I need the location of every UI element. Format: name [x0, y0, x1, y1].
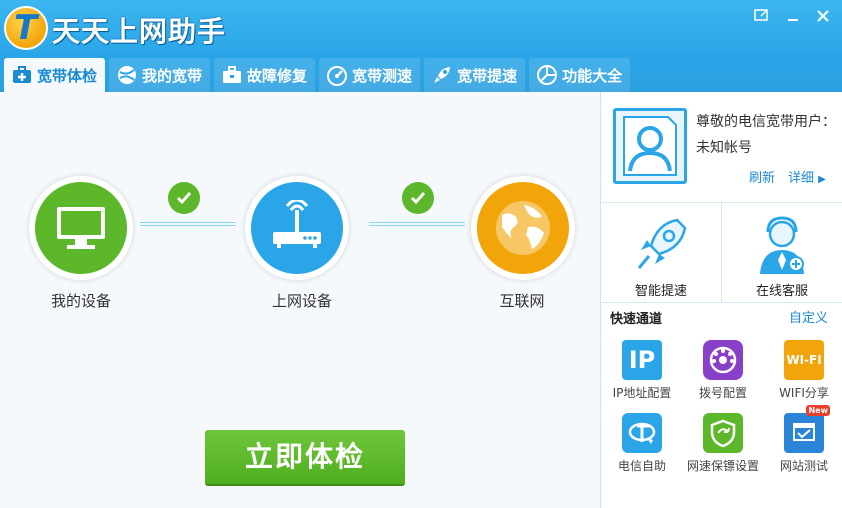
minimize-button[interactable]	[782, 6, 804, 28]
side-panel: 尊敬的电信宽带用户： 未知帐号 刷新 详细 ▶ 智能提速 在线客服 快速通道 自…	[600, 92, 842, 508]
shield-icon	[703, 413, 743, 453]
website-test-label: 网站测试	[779, 459, 828, 473]
dial-icon	[703, 340, 743, 380]
account-name: 未知帐号	[696, 140, 752, 156]
avatar[interactable]	[613, 108, 687, 184]
router-label: 上网设备	[271, 292, 332, 310]
tab-label: 宽带测速	[352, 66, 413, 85]
divider	[601, 302, 842, 303]
broadband-ball-icon	[115, 63, 139, 87]
new-badge: New	[806, 405, 830, 416]
customer-service-icon	[760, 216, 804, 274]
tab-speed-up[interactable]: 宽带提速	[424, 58, 526, 92]
router-icon	[273, 200, 321, 248]
my-device-node	[29, 176, 133, 280]
website-test-button[interactable]: New 网站测试	[764, 405, 842, 474]
wifi-icon: WI-FI	[784, 340, 824, 380]
speedometer-icon	[325, 63, 349, 87]
close-button[interactable]	[812, 6, 834, 28]
quick-access-title: 快速通道	[610, 312, 663, 327]
connection-line	[140, 222, 236, 226]
tab-speed-test[interactable]: 宽带测速	[319, 58, 421, 92]
tab-label: 故障修复	[247, 66, 308, 85]
tab-label: 宽带体检	[37, 66, 98, 85]
tab-label: 功能大全	[562, 66, 623, 85]
smart-speedup-button[interactable]: 智能提速	[601, 212, 721, 302]
skin-button[interactable]	[750, 6, 772, 28]
details-link[interactable]: 详细 ▶	[788, 167, 826, 186]
app-title: 天天上网助手	[52, 15, 227, 48]
title-bar: T 天天上网助手 宽带体检 我的宽带 故障修复 宽带测速 宽带提速 功能大全	[0, 0, 842, 92]
ip-config-button[interactable]: IP IP地址配置	[602, 340, 682, 401]
online-service-button[interactable]: 在线客服	[722, 212, 842, 302]
tab-label: 我的宽带	[142, 66, 203, 85]
check-ok-icon	[402, 182, 434, 214]
rocket-icon	[430, 63, 454, 87]
ip-icon: IP	[622, 340, 662, 380]
user-avatar-icon	[623, 116, 677, 176]
details-label: 详细	[788, 171, 815, 186]
tab-all-features[interactable]: 功能大全	[529, 58, 631, 92]
telecom-icon	[622, 413, 662, 453]
internet-label: 互联网	[499, 292, 545, 310]
wifi-share-label: WIFI分享	[779, 386, 829, 400]
checkup-main: 我的设备 上网设备 互联网 立即体检	[0, 92, 600, 508]
toolbox-icon	[220, 63, 244, 87]
wifi-share-button[interactable]: WI-FI WIFI分享	[764, 340, 842, 401]
minimize-icon	[788, 19, 798, 21]
check-ok-icon	[168, 182, 200, 214]
website-test-icon: New	[784, 405, 830, 453]
tab-fault-repair[interactable]: 故障修复	[214, 58, 316, 92]
dial-config-button[interactable]: 拨号配置	[683, 340, 763, 401]
account-greeting: 尊敬的电信宽带用户：	[696, 114, 836, 130]
my-device-label: 我的设备	[50, 292, 111, 310]
monitor-icon	[57, 207, 105, 249]
online-service-label: 在线客服	[755, 284, 808, 299]
medical-case-icon	[10, 63, 34, 87]
tab-broadband-checkup[interactable]: 宽带体检	[4, 58, 106, 92]
check-now-button[interactable]: 立即体检	[205, 430, 405, 486]
globe-icon	[496, 201, 550, 255]
skin-icon	[754, 9, 768, 21]
tab-label: 宽带提速	[457, 66, 518, 85]
connection-line	[369, 222, 465, 226]
app-logo: T	[4, 6, 48, 50]
close-icon	[817, 10, 829, 22]
telecom-self-service-label: 电信自助	[617, 459, 666, 473]
speed-guard-settings-label: 网速保镖设置	[686, 459, 759, 473]
main-tabs: 宽带体检 我的宽带 故障修复 宽带测速 宽带提速 功能大全	[4, 58, 634, 92]
rocket-icon	[637, 218, 687, 269]
ip-config-label: IP地址配置	[612, 386, 672, 400]
internet-node	[471, 176, 575, 280]
customize-link[interactable]: 自定义	[789, 307, 828, 326]
refresh-link[interactable]: 刷新	[749, 167, 775, 186]
arrow-right-icon: ▶	[818, 174, 826, 185]
speed-guard-settings-button[interactable]: 网速保镖设置	[683, 413, 763, 474]
router-node	[245, 176, 349, 280]
dial-config-label: 拨号配置	[698, 386, 747, 400]
smart-speedup-label: 智能提速	[634, 284, 687, 299]
telecom-self-service-button[interactable]: 电信自助	[602, 413, 682, 474]
apps-icon	[535, 63, 559, 87]
tab-my-broadband[interactable]: 我的宽带	[109, 58, 211, 92]
